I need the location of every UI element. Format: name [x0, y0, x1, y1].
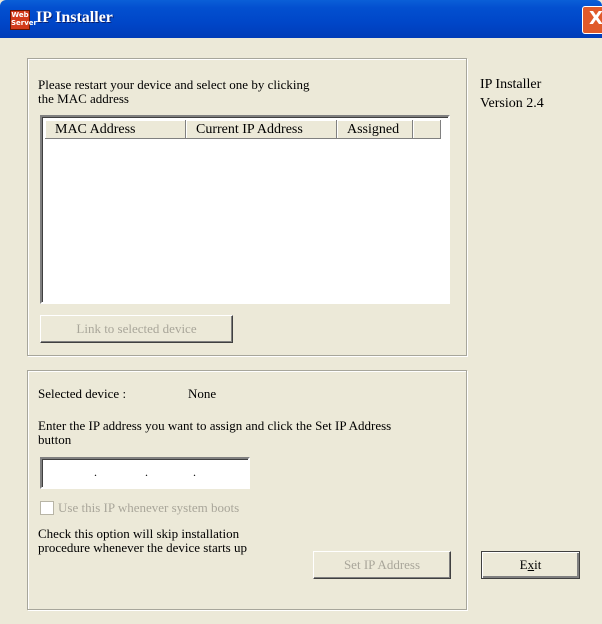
ip-dot-separator: .	[193, 465, 196, 479]
use-ip-on-boot-label: Use this IP whenever system boots	[58, 500, 240, 515]
app-icon: Web Server	[10, 10, 37, 30]
column-header-mac-address[interactable]: MAC Address	[45, 120, 186, 139]
ip-dot-separator: .	[94, 465, 97, 479]
link-to-selected-device-button[interactable]: Link to selected device	[40, 315, 233, 343]
use-ip-on-boot-checkbox[interactable]	[40, 501, 54, 515]
device-list-instruction-line-2: the MAC address	[38, 91, 129, 106]
column-header-current-ip-address[interactable]: Current IP Address	[186, 120, 337, 139]
selected-device-label: Selected device :	[38, 386, 127, 401]
window-title: IP Installer	[36, 9, 113, 26]
assign-instruction-line-2: button	[38, 432, 72, 447]
version-label: Version 2.4	[480, 96, 544, 111]
ip-address-input[interactable]: . . .	[40, 457, 250, 489]
device-list[interactable]: MAC Address Current IP Address Assigned	[40, 115, 450, 304]
column-header-assigned[interactable]: Assigned	[337, 120, 413, 139]
selected-device-value: None	[188, 386, 217, 401]
column-header-empty	[413, 120, 441, 139]
assign-instruction-line-1: Enter the IP address you want to assign …	[38, 418, 392, 433]
product-name: IP Installer	[480, 77, 542, 92]
set-ip-address-button[interactable]: Set IP Address	[313, 551, 451, 579]
exit-button[interactable]: Exit	[481, 551, 580, 579]
ip-dot-separator: .	[145, 465, 148, 479]
title-bar[interactable]: Web Server IP Installer X	[0, 0, 602, 38]
close-button[interactable]: X	[582, 6, 602, 34]
option-note-line-2: procedure whenever the device starts up	[38, 540, 247, 555]
